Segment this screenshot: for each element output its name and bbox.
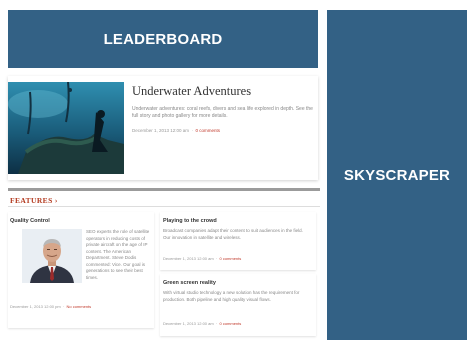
features-heading[interactable]: FEATURES › xyxy=(10,196,58,205)
portrait-image[interactable] xyxy=(22,229,82,283)
card-meta: December 1, 2013 12:00 am · 0 comments xyxy=(163,321,242,326)
card-comments-link[interactable]: 0 comments xyxy=(219,321,241,326)
main-content: Underwater Adventures Underwater adventu… xyxy=(8,76,320,340)
card-text: With virtual studio technology a new sol… xyxy=(163,290,300,302)
underwater-photo xyxy=(8,82,124,174)
skyscraper-ad-label: SKYSCRAPER xyxy=(343,166,451,184)
leaderboard-ad-label: LEADERBOARD xyxy=(103,30,223,48)
hero-date: December 1, 2013 12:00 am xyxy=(132,128,190,133)
card-meta: December 1, 2013 12:00 pm · No comments xyxy=(10,304,92,309)
card-comments-link[interactable]: 0 comments xyxy=(219,256,241,261)
features-rule xyxy=(8,206,320,207)
card-comments-link[interactable]: No comments xyxy=(66,304,91,309)
hero-image[interactable] xyxy=(8,82,124,174)
feature-card-green-screen-reality[interactable]: Green screen reality With virtual studio… xyxy=(160,274,316,336)
card-date: December 1, 2013 12:00 pm xyxy=(10,304,61,309)
feature-card-playing-to-the-crowd[interactable]: Playing to the crowd Broadcast companies… xyxy=(160,212,316,270)
hero-comments-link[interactable]: 0 comments xyxy=(196,128,221,133)
feature-card-quality-control[interactable]: Quality Control SEO experts the role of … xyxy=(8,212,154,328)
card-text: Broadcast companies adapt their content … xyxy=(163,228,303,240)
card-title[interactable]: Playing to the crowd xyxy=(163,218,217,224)
card-date: December 1, 2013 12:00 am xyxy=(163,321,214,326)
man-in-suit-photo xyxy=(22,229,82,283)
featured-article[interactable]: Underwater Adventures Underwater adventu… xyxy=(8,76,318,180)
card-title[interactable]: Quality Control xyxy=(10,218,50,224)
leaderboard-ad[interactable]: LEADERBOARD xyxy=(8,10,318,68)
card-title[interactable]: Green screen reality xyxy=(163,280,216,286)
card-text: SEO experts the role of satellite operat… xyxy=(86,229,150,280)
hero-excerpt: Underwater adventures: coral reefs, dive… xyxy=(132,106,313,119)
card-date: December 1, 2013 12:00 am xyxy=(163,256,214,261)
hero-title[interactable]: Underwater Adventures xyxy=(132,84,314,99)
section-divider xyxy=(8,188,320,191)
card-meta: December 1, 2013 12:00 am · 0 comments xyxy=(163,256,242,261)
skyscraper-ad[interactable]: SKYSCRAPER xyxy=(327,10,467,340)
hero-meta: December 1, 2013 12:00 am · 0 comments xyxy=(132,128,221,133)
